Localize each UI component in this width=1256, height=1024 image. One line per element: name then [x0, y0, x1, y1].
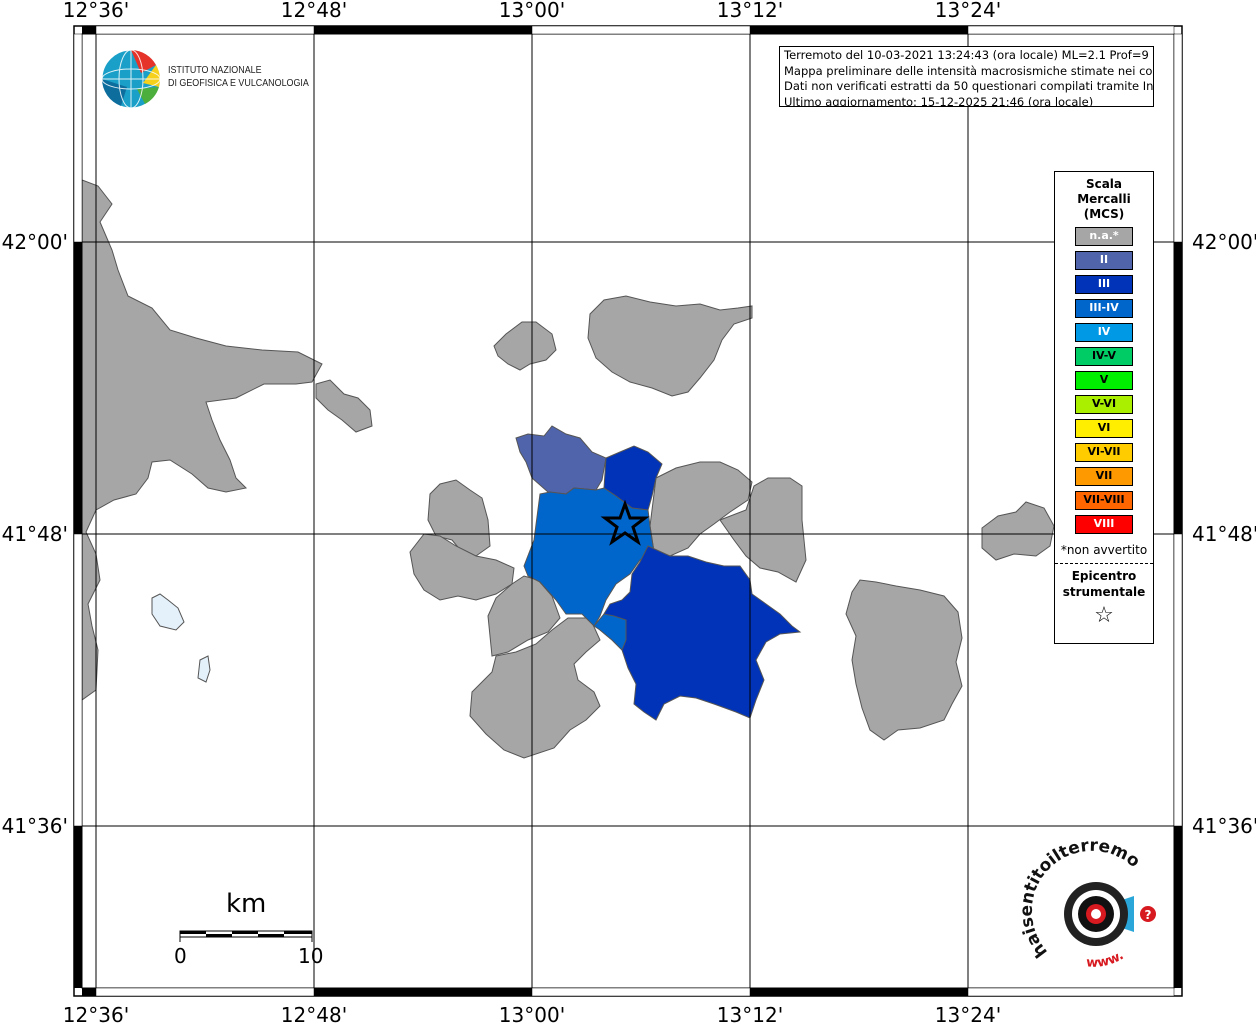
legend-swatch: V [1075, 371, 1133, 390]
lakes [151, 593, 211, 683]
scale-unit: km [226, 889, 267, 919]
legend-epicenter-line: Epicentro [1071, 569, 1137, 583]
lat-label: 42°00' [2, 230, 68, 254]
lon-label: 12°48' [281, 0, 347, 22]
lon-labels-top: 12°36' 12°48' 13°00' 13°12' 13°24' [63, 0, 1001, 22]
lon-labels-bottom: 12°36' 12°48' 13°00' 13°12' 13°24' [63, 1003, 1001, 1024]
legend-swatch: n.a.* [1075, 227, 1133, 246]
legend-swatch: III-IV [1075, 299, 1133, 318]
lat-label: 41°48' [2, 522, 68, 546]
legend-epicenter-line: strumentale [1062, 585, 1146, 599]
ingv-logo [101, 49, 161, 109]
lon-label: 13°24' [935, 1003, 1001, 1024]
legend-star-icon: ☆ [1094, 603, 1114, 628]
watermark-logo: ? haisentitoilterremoto.it www. [1017, 836, 1156, 971]
lon-label: 13°24' [935, 0, 1001, 22]
lat-labels-right: 42°00' 41°48' 41°36' [1192, 230, 1256, 838]
lon-label: 12°36' [63, 0, 129, 22]
municipality-west [82, 179, 323, 701]
municipality-far-east-edge [981, 501, 1055, 561]
info-line-3: Dati non verificati estratti da 50 quest… [784, 79, 1154, 93]
legend-title: Scala Mercalli (MCS) [1055, 177, 1153, 222]
lon-label: 12°48' [281, 1003, 347, 1024]
legend-title-line: Scala [1085, 177, 1123, 191]
legend-swatch: IV [1075, 323, 1133, 342]
legend-swatch: II [1075, 251, 1133, 270]
legend-swatch: IV-V [1075, 347, 1133, 366]
scale-start-label: 0 [174, 944, 187, 968]
legend-swatch: VII-VIII [1075, 491, 1133, 510]
lat-label: 41°48' [1192, 522, 1256, 546]
legend-title-line: Mercalli [1077, 192, 1131, 206]
legend-swatch: VII [1075, 467, 1133, 486]
legend-swatch: V-VI [1075, 395, 1133, 414]
info-line-4: Ultimo aggiornamento: 15-12-2025 21:46 (… [784, 94, 1094, 107]
lake-2 [197, 655, 211, 683]
legend-swatch: III [1075, 275, 1133, 294]
svg-text:www.: www. [1086, 948, 1127, 971]
scale-bar [179, 930, 313, 942]
institute-line-2: DI GEOFISICA E VULCANOLOGIA [168, 77, 309, 89]
info-line-2: Mappa preliminare delle intensità macros… [784, 63, 1154, 78]
lat-label: 42°00' [1192, 230, 1256, 254]
legend-divider [1055, 563, 1153, 564]
earthquake-info-box: Terremoto del 10-03-2021 13:24:43 (ora l… [779, 46, 1154, 107]
municipality-south [469, 617, 601, 759]
legend-swatch: VI-VII [1075, 443, 1133, 462]
mcs-legend: Scala Mercalli (MCS) n.a.* II III III-IV IV I… [1054, 171, 1154, 644]
lon-label: 13°12' [717, 0, 783, 22]
lon-label: 13°12' [717, 1003, 783, 1024]
legend-swatch: VI [1075, 419, 1133, 438]
lon-label: 13°00' [499, 0, 565, 22]
legend-epicenter-label: Epicentro strumentale [1055, 568, 1153, 600]
lake-1 [151, 593, 185, 631]
watermark-www: www. [1086, 948, 1127, 971]
municipality-north-small [493, 321, 557, 371]
lat-label: 41°36' [2, 814, 68, 838]
municipality-far-east [845, 579, 963, 741]
legend-items: n.a.* II III III-IV IV IV-V V V-VI VI VI-VII VII VI… [1055, 227, 1153, 534]
info-line-1: Terremoto del 10-03-2021 13:24:43 (ora l… [784, 48, 1154, 62]
legend-note: *non avvertito [1060, 543, 1148, 557]
watermark-question: ? [1145, 908, 1152, 922]
lat-labels-left: 42°00' 41°48' 41°36' [2, 230, 68, 838]
legend-swatch: VIII [1075, 515, 1133, 534]
municipality-intensity-II [515, 425, 607, 495]
municipality-nw-spur [315, 379, 373, 433]
lat-label: 41°36' [1192, 814, 1256, 838]
legend-title-line: (MCS) [1083, 207, 1125, 221]
institute-name: ISTITUTO NAZIONALE DI GEOFISICA E VULCAN… [168, 64, 309, 90]
municipality-north-large [587, 295, 753, 397]
institute-line-1: ISTITUTO NAZIONALE [168, 64, 262, 76]
lon-label: 12°36' [63, 1003, 129, 1024]
scale-end-label: 10 [298, 944, 324, 968]
municipality-intensity-III-IV-south [593, 613, 627, 651]
lon-label: 13°00' [499, 1003, 565, 1024]
